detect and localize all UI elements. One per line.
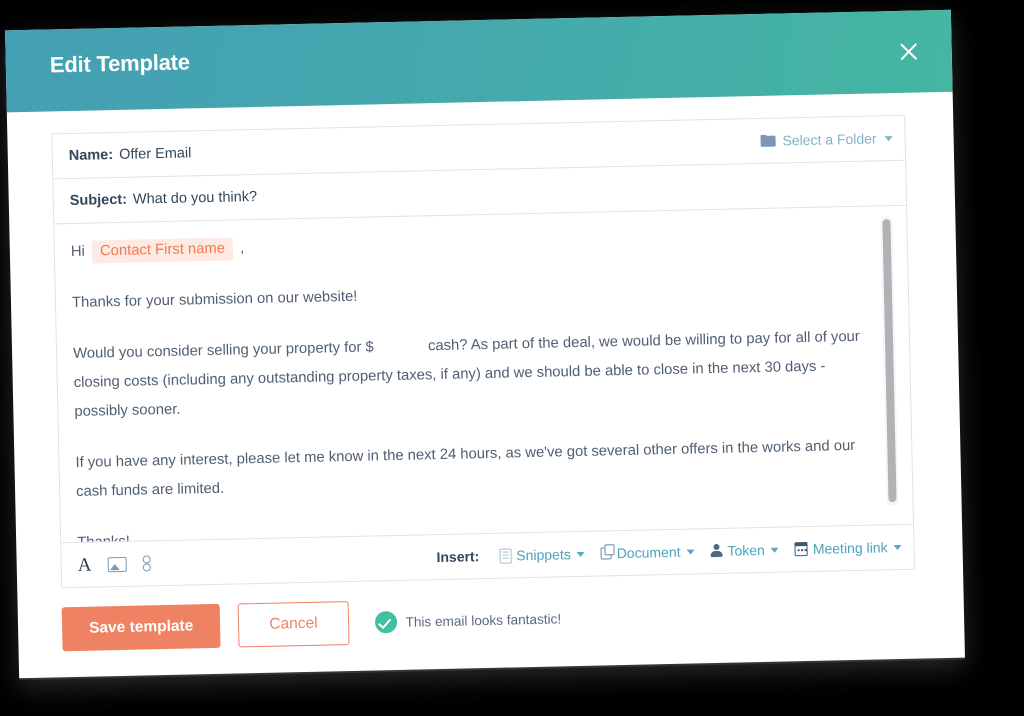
save-template-button[interactable]: Save template bbox=[61, 603, 221, 652]
greeting-prefix: Hi bbox=[70, 243, 86, 261]
chevron-down-icon bbox=[884, 135, 893, 141]
cancel-button[interactable]: Cancel bbox=[237, 601, 350, 648]
chevron-down-icon bbox=[893, 544, 902, 550]
amount-blank-placeholder[interactable] bbox=[378, 350, 424, 351]
insert-token-label: Token bbox=[727, 541, 766, 559]
insert-label: Insert: bbox=[436, 548, 480, 566]
modal-footer: Save template Cancel This email looks fa… bbox=[61, 596, 562, 652]
name-label: Name: bbox=[68, 147, 114, 165]
insert-snippets-label: Snippets bbox=[516, 546, 571, 564]
snippet-icon bbox=[499, 547, 512, 564]
format-text-icon[interactable]: A bbox=[77, 554, 91, 575]
check-circle-icon bbox=[374, 610, 397, 634]
greeting-line: Hi Contact First name , bbox=[71, 221, 861, 267]
document-icon bbox=[600, 547, 612, 560]
page-title: Edit Template bbox=[49, 49, 191, 78]
status-note: This email looks fantastic! bbox=[374, 607, 562, 634]
editor-scrollbar[interactable] bbox=[880, 216, 899, 507]
subject-label: Subject: bbox=[69, 191, 128, 210]
insert-token-button[interactable]: Token bbox=[710, 542, 779, 559]
folder-icon bbox=[760, 135, 775, 147]
insert-snippets-button[interactable]: Snippets bbox=[499, 546, 585, 564]
person-icon bbox=[710, 544, 722, 558]
paragraph-2-before-blank: Would you consider selling your property… bbox=[72, 339, 374, 362]
insert-document-button[interactable]: Document bbox=[600, 543, 695, 562]
body-paragraph-2: Would you consider selling your property… bbox=[73, 323, 865, 427]
personalization-token[interactable]: Contact First name bbox=[91, 237, 234, 264]
chevron-down-icon bbox=[576, 551, 585, 557]
insert-meeting-link-label: Meeting link bbox=[812, 539, 888, 557]
body-paragraph-3: If you have any interest, please let me … bbox=[75, 437, 856, 500]
chevron-down-icon bbox=[770, 547, 779, 553]
chevron-down-icon bbox=[686, 548, 695, 555]
image-icon[interactable] bbox=[107, 556, 127, 572]
greeting-suffix: , bbox=[239, 240, 245, 257]
modal-body: Name: Offer Email Select a Folder Subjec… bbox=[7, 92, 965, 679]
subject-input[interactable]: What do you think? bbox=[133, 189, 257, 208]
calendar-icon bbox=[794, 542, 808, 556]
email-body-editor[interactable]: Hi Contact First name , Thanks for your … bbox=[54, 206, 913, 542]
body-paragraph-1: Thanks for your submission on our websit… bbox=[71, 288, 358, 311]
screen-background: Edit Template Name: Offer Email Select a… bbox=[0, 0, 1024, 716]
insert-meeting-link-button[interactable]: Meeting link bbox=[794, 539, 902, 557]
insert-document-label: Document bbox=[616, 543, 681, 562]
edit-template-modal: Edit Template Name: Offer Email Select a… bbox=[5, 9, 965, 679]
link-icon[interactable] bbox=[142, 555, 150, 571]
status-text: This email looks fantastic! bbox=[405, 610, 562, 630]
select-folder-dropdown[interactable]: Select a Folder bbox=[760, 130, 893, 149]
insert-menu: Insert: Snippets Document Token Meeting … bbox=[436, 539, 902, 566]
close-icon[interactable] bbox=[895, 38, 922, 65]
compose-box: Name: Offer Email Select a Folder Subjec… bbox=[51, 114, 916, 589]
select-folder-label: Select a Folder bbox=[782, 130, 877, 149]
name-input[interactable]: Offer Email bbox=[119, 145, 192, 163]
editor-scrollbar-thumb[interactable] bbox=[882, 219, 897, 503]
